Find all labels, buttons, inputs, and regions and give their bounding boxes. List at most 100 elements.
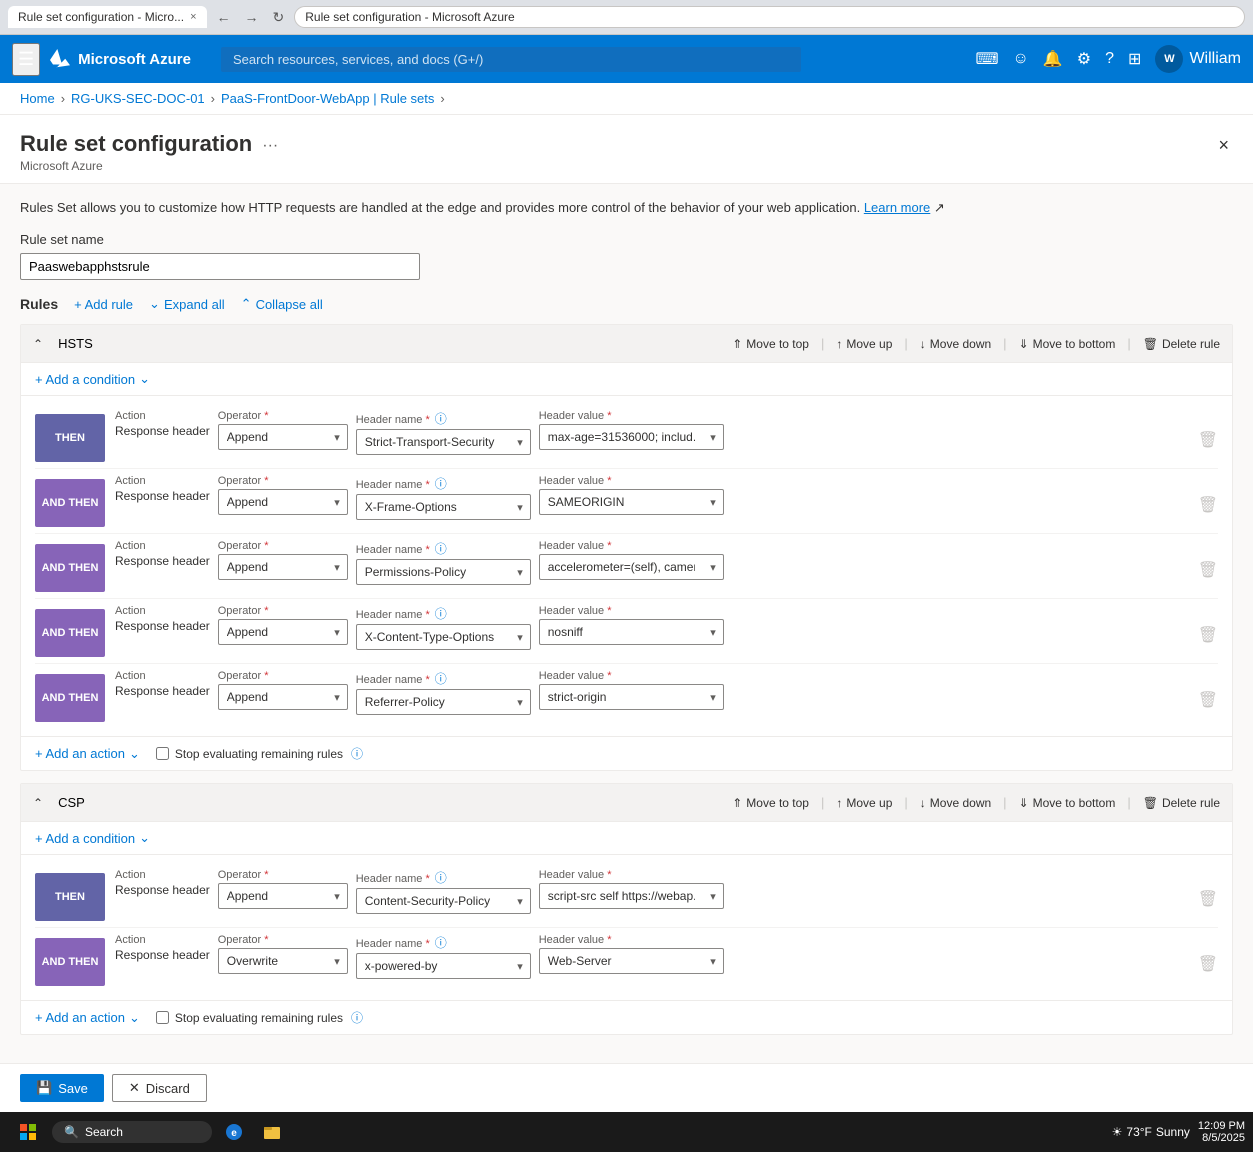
csp-header-value-select-input-2[interactable]: Web-Server — [539, 948, 724, 974]
save-btn[interactable]: 💾 Save — [20, 1074, 104, 1102]
csp-collapse-btn[interactable]: ⌃ — [33, 796, 43, 810]
nav-refresh-btn[interactable]: ↻ — [269, 7, 289, 28]
cloud-shell-icon[interactable]: ⌨ — [975, 49, 998, 69]
url-bar[interactable]: Rule set configuration - Microsoft Azure — [294, 6, 1245, 28]
csp-move-top-btn[interactable]: ⇑ Move to top — [732, 796, 809, 810]
csp-header-name-select-input-2[interactable]: x-powered-by — [356, 953, 531, 979]
header-name-select-input-5[interactable]: Referrer-Policy — [356, 689, 531, 715]
header-value-select-input-4[interactable]: nosniff — [539, 619, 724, 645]
portal-icon[interactable]: ⊞ — [1128, 49, 1141, 69]
hsts-delete-row-5-btn[interactable]: 🗑 — [1198, 690, 1218, 710]
header-value-select-input-2[interactable]: SAMEORIGIN — [539, 489, 724, 515]
user-menu-btn[interactable]: W William — [1155, 45, 1241, 73]
csp-stop-eval-checkbox[interactable] — [156, 1011, 169, 1024]
header-name-select-2[interactable]: X-Frame-Options — [356, 494, 531, 520]
csp-operator-select-input-1[interactable]: Append — [218, 883, 348, 909]
hsts-delete-row-3-btn[interactable]: 🗑 — [1198, 560, 1218, 580]
ruleset-name-input[interactable] — [20, 253, 420, 280]
operator-select-input-5[interactable]: Append — [218, 684, 348, 710]
browser-tab[interactable]: Rule set configuration - Micro... × — [8, 6, 207, 28]
hsts-add-condition-btn[interactable]: + Add a condition ⌄ — [35, 371, 150, 387]
operator-select-3[interactable]: Append — [218, 554, 348, 580]
csp-move-bottom-btn[interactable]: ⇓ Move to bottom — [1019, 796, 1116, 810]
operator-select-input-3[interactable]: Append — [218, 554, 348, 580]
csp-operator-select-2[interactable]: OverwriteAppend — [218, 948, 348, 974]
header-name-select-5[interactable]: Referrer-Policy — [356, 689, 531, 715]
header-value-select-4[interactable]: nosniff — [539, 619, 724, 645]
header-value-select-3[interactable]: accelerometer=(self), camer... — [539, 554, 724, 580]
header-name-select-input-2[interactable]: X-Frame-Options — [356, 494, 531, 520]
csp-operator-select-1[interactable]: Append — [218, 883, 348, 909]
notifications-icon[interactable]: 🔔 — [1043, 49, 1063, 69]
operator-select-input-4[interactable]: Append — [218, 619, 348, 645]
help-icon[interactable]: ? — [1105, 50, 1114, 68]
nav-forward-btn[interactable]: → — [241, 7, 263, 27]
hsts-collapse-btn[interactable]: ⌃ — [33, 337, 43, 351]
nav-back-btn[interactable]: ← — [213, 7, 235, 27]
settings-icon[interactable]: ⚙ — [1077, 49, 1091, 69]
stop-eval-info-icon[interactable]: ⓘ — [351, 745, 363, 762]
csp-header-value-select-input-1[interactable]: script-src self https://webap... — [539, 883, 724, 909]
header-value-select-input-1[interactable]: max-age=31536000; includ... — [539, 424, 724, 450]
csp-header-name-select-2[interactable]: x-powered-by — [356, 953, 531, 979]
search-input[interactable] — [221, 47, 801, 72]
csp-name-input[interactable] — [51, 792, 251, 813]
csp-add-condition-btn[interactable]: + Add a condition ⌄ — [35, 830, 150, 846]
csp-add-action-btn[interactable]: + Add an action ⌄ — [35, 1010, 140, 1026]
csp-delete-row-1-btn[interactable]: 🗑 — [1198, 889, 1218, 909]
csp-header-name-select-1[interactable]: Content-Security-Policy — [356, 888, 531, 914]
operator-select-1[interactable]: AppendOverwriteDelete — [218, 424, 348, 450]
hsts-stop-eval-checkbox[interactable] — [156, 747, 169, 760]
hsts-move-bottom-btn[interactable]: ⇓ Move to bottom — [1019, 337, 1116, 351]
header-value-select-input-5[interactable]: strict-origin — [539, 684, 724, 710]
csp-delete-row-2-btn[interactable]: 🗑 — [1198, 954, 1218, 974]
csp-operator-select-input-2[interactable]: OverwriteAppend — [218, 948, 348, 974]
header-name-select-input-3[interactable]: Permissions-Policy — [356, 559, 531, 585]
operator-select-input-1[interactable]: AppendOverwriteDelete — [218, 424, 348, 450]
close-page-btn[interactable]: × — [1214, 131, 1233, 160]
csp-header-value-select-1[interactable]: script-src self https://webap... — [539, 883, 724, 909]
header-name-info-1[interactable]: ⓘ — [435, 412, 447, 426]
header-name-select-input-4[interactable]: X-Content-Type-Options — [356, 624, 531, 650]
csp-header-name-info-1[interactable]: ⓘ — [435, 871, 447, 885]
csp-move-down-btn[interactable]: ↓ Move down — [920, 796, 991, 810]
header-name-select-1[interactable]: Strict-Transport-Security — [356, 429, 531, 455]
header-value-select-1[interactable]: max-age=31536000; includ... — [539, 424, 724, 450]
header-name-select-input-1[interactable]: Strict-Transport-Security — [356, 429, 531, 455]
breadcrumb-app[interactable]: PaaS-FrontDoor-WebApp | Rule sets — [221, 91, 434, 106]
add-rule-btn[interactable]: + Add rule — [74, 297, 133, 312]
operator-select-4[interactable]: Append — [218, 619, 348, 645]
hsts-delete-btn[interactable]: 🗑 Delete rule — [1143, 337, 1220, 351]
csp-delete-btn[interactable]: 🗑 Delete rule — [1143, 796, 1220, 810]
csp-move-up-btn[interactable]: ↑ Move up — [836, 796, 892, 810]
discard-btn[interactable]: ✕ Discard — [112, 1074, 207, 1102]
header-name-info-3[interactable]: ⓘ — [435, 542, 447, 556]
hsts-delete-row-4-btn[interactable]: 🗑 — [1198, 625, 1218, 645]
hsts-delete-row-1-btn[interactable]: 🗑 — [1198, 430, 1218, 450]
feedback-icon[interactable]: ☺ — [1013, 50, 1029, 68]
hsts-move-top-btn[interactable]: ⇑ Move to top — [732, 337, 809, 351]
hamburger-btn[interactable]: ☰ — [12, 43, 40, 76]
header-name-select-4[interactable]: X-Content-Type-Options — [356, 624, 531, 650]
csp-header-value-select-2[interactable]: Web-Server — [539, 948, 724, 974]
taskbar-search-btn[interactable]: 🔍 Search — [52, 1121, 212, 1143]
csp-stop-eval-info-icon[interactable]: ⓘ — [351, 1009, 363, 1026]
hsts-name-input[interactable] — [51, 333, 251, 354]
breadcrumb-rg[interactable]: RG-UKS-SEC-DOC-01 — [71, 91, 205, 106]
breadcrumb-home[interactable]: Home — [20, 91, 55, 106]
learn-more-link[interactable]: Learn more — [864, 200, 930, 215]
csp-header-name-select-input-1[interactable]: Content-Security-Policy — [356, 888, 531, 914]
page-more-btn[interactable]: ··· — [262, 137, 278, 155]
tab-close-btn[interactable]: × — [190, 11, 196, 23]
operator-select-5[interactable]: Append — [218, 684, 348, 710]
hsts-delete-row-2-btn[interactable]: 🗑 — [1198, 495, 1218, 515]
operator-select-2[interactable]: Append — [218, 489, 348, 515]
taskbar-explorer-icon[interactable] — [254, 1114, 290, 1150]
header-value-select-2[interactable]: SAMEORIGIN — [539, 489, 724, 515]
taskbar-ie-icon[interactable]: e — [216, 1114, 252, 1150]
operator-select-input-2[interactable]: Append — [218, 489, 348, 515]
header-name-info-2[interactable]: ⓘ — [435, 477, 447, 491]
header-name-info-4[interactable]: ⓘ — [435, 607, 447, 621]
header-value-select-5[interactable]: strict-origin — [539, 684, 724, 710]
collapse-all-btn[interactable]: ⌃ Collapse all — [241, 296, 323, 312]
